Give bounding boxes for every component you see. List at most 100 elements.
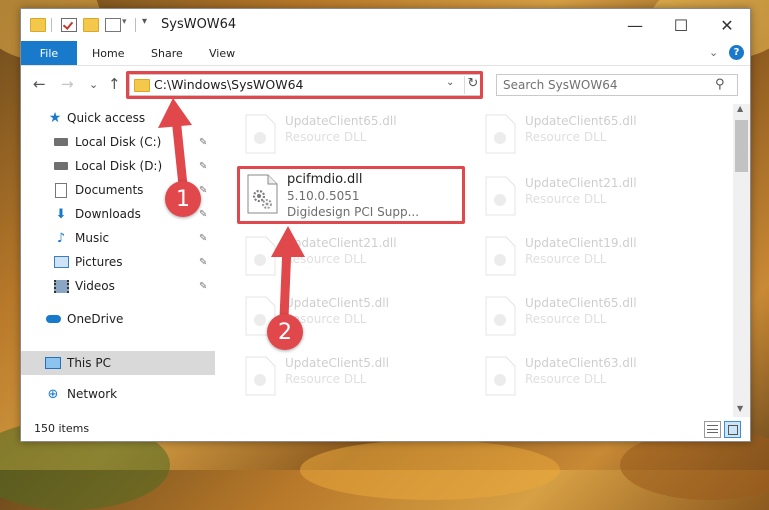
file-tile[interactable]: UpdateClient65.dll Resource DLL <box>479 110 689 160</box>
file-name: UpdateClient5.dll <box>285 296 389 310</box>
file-list: UpdateClient65.dll Resource DLL UpdateCl… <box>235 104 733 417</box>
computer-icon <box>45 356 61 370</box>
navigation-pane: ★ Quick access Local Disk (C:) ✎ Local D… <box>21 104 215 417</box>
nav-quick-access[interactable]: ★ Quick access <box>21 106 215 130</box>
downloads-icon: ⬇ <box>55 206 67 222</box>
window-title: SysWOW64 <box>161 17 237 32</box>
pin-icon[interactable]: ✎ <box>199 209 207 220</box>
drive-icon <box>53 159 69 173</box>
file-name: UpdateClient19.dll <box>525 236 637 250</box>
search-icon[interactable]: ⚲ <box>715 77 725 92</box>
vertical-scrollbar[interactable]: ▲ ▼ <box>733 104 750 417</box>
file-tile[interactable]: UpdateClient63.dll Resource DLL <box>479 352 689 402</box>
expand-ribbon-icon[interactable]: ⌄ <box>709 46 718 59</box>
nav-label: Local Disk (D:) <box>75 159 163 173</box>
documents-icon <box>53 182 69 198</box>
file-type: Resource DLL <box>525 252 607 266</box>
nav-onedrive[interactable]: OneDrive <box>21 307 215 331</box>
new-folder-icon[interactable] <box>83 18 99 32</box>
dll-file-icon <box>245 114 276 154</box>
up-button[interactable]: ↑ <box>108 75 121 93</box>
nav-pictures[interactable]: Pictures ✎ <box>21 250 215 274</box>
search-box[interactable]: Search SysWOW64 ⚲ <box>496 74 738 96</box>
step-1-badge: 1 <box>165 181 201 217</box>
chevron-down-icon[interactable]: ▾ <box>142 16 147 27</box>
dll-file-icon <box>485 356 516 396</box>
nav-label: OneDrive <box>67 312 124 326</box>
properties-icon[interactable] <box>61 18 77 32</box>
navigation-bar: ← → ⌄ ↑ C:\Windows\SysWOW64 ⌄ ↻ Search S… <box>21 66 750 102</box>
maximize-button[interactable]: ☐ <box>658 9 704 41</box>
pin-icon[interactable]: ✎ <box>199 137 207 148</box>
status-bar: 150 items <box>21 417 750 441</box>
file-tile[interactable]: UpdateClient65.dll Resource DLL <box>239 110 449 160</box>
dll-file-icon <box>485 236 516 276</box>
minimize-button[interactable]: — <box>612 9 658 41</box>
file-tile[interactable]: UpdateClient21.dll Resource DLL <box>479 172 689 222</box>
back-button[interactable]: ← <box>33 75 46 93</box>
file-tile[interactable]: UpdateClient21.dll Resource DLL <box>239 232 449 282</box>
nav-network[interactable]: ⊕ Network <box>21 382 215 406</box>
scroll-down-icon[interactable]: ▼ <box>737 404 743 413</box>
pin-icon[interactable]: ✎ <box>199 281 207 292</box>
scroll-thumb[interactable] <box>735 120 748 172</box>
nav-local-disk-d[interactable]: Local Disk (D:) ✎ <box>21 154 215 178</box>
tab-file[interactable]: File <box>21 41 77 65</box>
file-type: Resource DLL <box>285 130 367 144</box>
file-type: Resource DLL <box>285 372 367 386</box>
nav-label: Network <box>67 387 118 401</box>
network-icon: ⊕ <box>47 386 59 402</box>
customize-toolbar-icon[interactable] <box>105 18 121 32</box>
chevron-down-icon[interactable]: ▾ <box>122 17 127 27</box>
file-name: UpdateClient5.dll <box>285 356 389 370</box>
tab-view[interactable]: View <box>209 41 235 65</box>
nav-label: Local Disk (C:) <box>75 135 162 149</box>
help-button[interactable]: ? <box>729 45 744 60</box>
nav-music[interactable]: ♪ Music ✎ <box>21 226 215 250</box>
forward-button[interactable]: → <box>61 75 74 93</box>
file-name: UpdateClient65.dll <box>525 114 637 128</box>
large-icons-view-icon[interactable] <box>724 421 741 438</box>
file-type: Resource DLL <box>525 192 607 206</box>
nav-label: Pictures <box>75 255 123 269</box>
music-icon: ♪ <box>56 230 66 246</box>
recent-locations-button[interactable]: ⌄ <box>89 78 98 91</box>
file-highlight-box <box>237 166 465 224</box>
file-name: UpdateClient63.dll <box>525 356 637 370</box>
details-view-icon[interactable] <box>704 421 721 438</box>
dll-file-icon <box>245 236 276 276</box>
ribbon-tabs: File Home Share View ⌄ ? <box>21 41 750 66</box>
file-name: UpdateClient21.dll <box>525 176 637 190</box>
pin-icon[interactable]: ✎ <box>199 257 207 268</box>
file-tile[interactable]: UpdateClient19.dll Resource DLL <box>479 232 689 282</box>
file-tile[interactable]: UpdateClient5.dll Resource DLL <box>239 352 449 402</box>
tab-home[interactable]: Home <box>92 41 124 65</box>
videos-icon <box>53 279 69 293</box>
nav-label: This PC <box>67 356 111 370</box>
nav-local-disk-c[interactable]: Local Disk (C:) ✎ <box>21 130 215 154</box>
tab-share[interactable]: Share <box>151 41 183 65</box>
scroll-up-icon[interactable]: ▲ <box>737 104 743 113</box>
nav-label: Videos <box>75 279 115 293</box>
search-input[interactable]: Search SysWOW64 <box>503 78 617 92</box>
file-type: Resource DLL <box>285 252 367 266</box>
dll-file-icon <box>245 356 276 396</box>
cloud-icon <box>45 312 61 326</box>
divider <box>135 18 136 32</box>
file-tile[interactable]: UpdateClient65.dll Resource DLL <box>479 292 689 342</box>
item-count: 150 items <box>34 422 90 435</box>
dll-file-icon <box>485 296 516 336</box>
file-type: Resource DLL <box>525 372 607 386</box>
pin-icon[interactable]: ✎ <box>199 161 207 172</box>
nav-this-pc[interactable]: This PC <box>21 351 215 375</box>
divider <box>51 18 52 32</box>
nav-label: Quick access <box>67 111 146 125</box>
pin-icon[interactable]: ✎ <box>199 233 207 244</box>
nav-videos[interactable]: Videos ✎ <box>21 274 215 298</box>
title-bar: ▾ ▾ SysWOW64 — ☐ ✕ <box>21 9 750 41</box>
star-icon: ★ <box>48 110 62 126</box>
close-button[interactable]: ✕ <box>704 9 750 41</box>
file-type: Resource DLL <box>525 130 607 144</box>
pictures-icon <box>53 255 69 269</box>
file-explorer-window: ▾ ▾ SysWOW64 — ☐ ✕ File Home Share View … <box>20 8 751 442</box>
